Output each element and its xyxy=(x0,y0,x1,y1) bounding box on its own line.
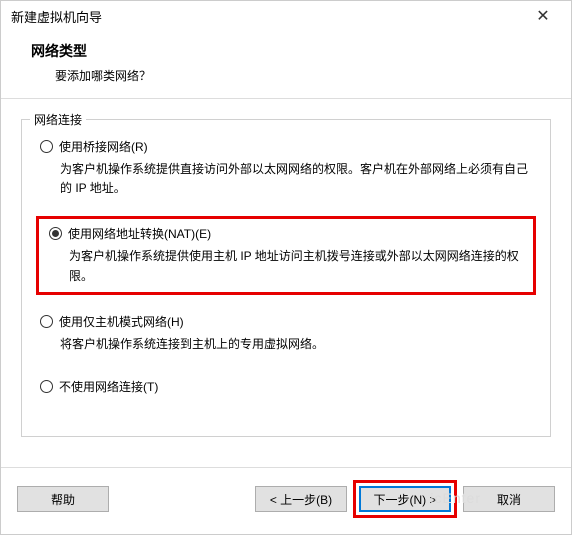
option-hostonly-label: 使用仅主机模式网络(H) xyxy=(59,313,184,330)
wizard-header: 网络类型 要添加哪类网络？ xyxy=(1,31,571,99)
back-button[interactable]: < 上一步(B) xyxy=(255,486,347,512)
option-none-label: 不使用网络连接(T) xyxy=(59,378,158,395)
option-hostonly[interactable]: 使用仅主机模式网络(H) 将客户机操作系统连接到主机上的专用虚拟网络。 xyxy=(36,313,536,354)
cancel-button[interactable]: 取消 xyxy=(463,486,555,512)
option-bridged[interactable]: 使用桥接网络(R) 为客户机操作系统提供直接访问外部以太网网络的权限。客户机在外… xyxy=(36,138,536,198)
next-button[interactable]: 下一步(N) > xyxy=(359,486,451,512)
highlight-selected: 使用网络地址转换(NAT)(E) 为客户机操作系统提供使用主机 IP 地址访问主… xyxy=(36,216,536,294)
help-button[interactable]: 帮助 xyxy=(17,486,109,512)
option-nat-desc: 为客户机操作系统提供使用主机 IP 地址访问主机拨号连接或外部以太网网络连接的权… xyxy=(49,247,527,285)
wizard-window: 新建虚拟机向导 ✕ 网络类型 要添加哪类网络？ 网络连接 使用桥接网络(R) 为… xyxy=(0,0,572,535)
page-title: 网络类型 xyxy=(31,41,551,61)
option-none[interactable]: 不使用网络连接(T) xyxy=(36,378,536,395)
option-bridged-label: 使用桥接网络(R) xyxy=(59,138,148,155)
footer: 帮助 < 上一步(B) 下一步(N) > 取消 xyxy=(1,467,571,534)
highlight-next: 下一步(N) > xyxy=(353,480,457,518)
network-groupbox: 网络连接 使用桥接网络(R) 为客户机操作系统提供直接访问外部以太网网络的权限。… xyxy=(21,119,551,437)
radio-bridged[interactable] xyxy=(40,140,53,153)
window-title: 新建虚拟机向导 xyxy=(11,7,102,26)
radio-hostonly[interactable] xyxy=(40,315,53,328)
close-button[interactable]: ✕ xyxy=(523,3,563,29)
option-hostonly-desc: 将客户机操作系统连接到主机上的专用虚拟网络。 xyxy=(40,335,536,354)
radio-nat[interactable] xyxy=(49,227,62,240)
group-legend: 网络连接 xyxy=(30,111,86,128)
titlebar: 新建虚拟机向导 ✕ xyxy=(1,1,571,31)
option-nat-label: 使用网络地址转换(NAT)(E) xyxy=(68,225,211,242)
option-nat[interactable]: 使用网络地址转换(NAT)(E) 为客户机操作系统提供使用主机 IP 地址访问主… xyxy=(45,225,527,285)
option-bridged-desc: 为客户机操作系统提供直接访问外部以太网网络的权限。客户机在外部网络上必须有自己的… xyxy=(40,160,536,198)
content-area: 网络连接 使用桥接网络(R) 为客户机操作系统提供直接访问外部以太网网络的权限。… xyxy=(1,99,571,467)
page-subtitle: 要添加哪类网络？ xyxy=(31,67,551,84)
close-icon: ✕ xyxy=(536,6,549,26)
radio-none[interactable] xyxy=(40,380,53,393)
